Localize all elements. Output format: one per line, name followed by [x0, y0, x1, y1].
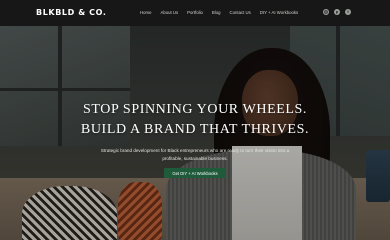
subtext-line-1: Strategic brand development for Black en… — [100, 148, 290, 153]
instagram-icon[interactable] — [323, 9, 329, 15]
nav-item-portfolio[interactable]: Portfolio — [187, 10, 203, 15]
headline-line-1: Stop spinning your wheels. — [82, 102, 308, 117]
top-navbar: BLKBLD & CO. Home About Us Portfolio Blo… — [0, 0, 390, 26]
main-menu: Home About Us Portfolio Blog Contact Us … — [140, 10, 307, 15]
nav-item-contact-us[interactable]: Contact Us — [230, 10, 251, 15]
nav-item-blog[interactable]: Blog — [212, 10, 221, 15]
facebook-icon[interactable]: f — [345, 9, 351, 15]
hero-subtext: Strategic brand development for Black en… — [80, 147, 310, 163]
instagram-glyph — [324, 10, 328, 14]
subtext-line-2: profitable, sustainable business. — [162, 156, 228, 161]
pinterest-icon[interactable]: p — [334, 9, 340, 15]
nav-item-about-us[interactable]: About Us — [160, 10, 178, 15]
hero-section: Stop spinning your wheels. Build a brand… — [0, 0, 390, 240]
cta-button[interactable]: Get DIY + AI Workbooks — [164, 168, 226, 178]
headline-line-2: Build a brand that thrives. — [80, 122, 310, 137]
logo[interactable]: BLKBLD & CO. — [36, 8, 107, 17]
nav-item-home[interactable]: Home — [140, 10, 151, 15]
social-links: p f — [323, 9, 356, 15]
nav-item-workbooks[interactable]: DIY + AI Workbooks — [260, 10, 298, 15]
hero-headline: Stop spinning your wheels. Build a brand… — [0, 100, 390, 140]
